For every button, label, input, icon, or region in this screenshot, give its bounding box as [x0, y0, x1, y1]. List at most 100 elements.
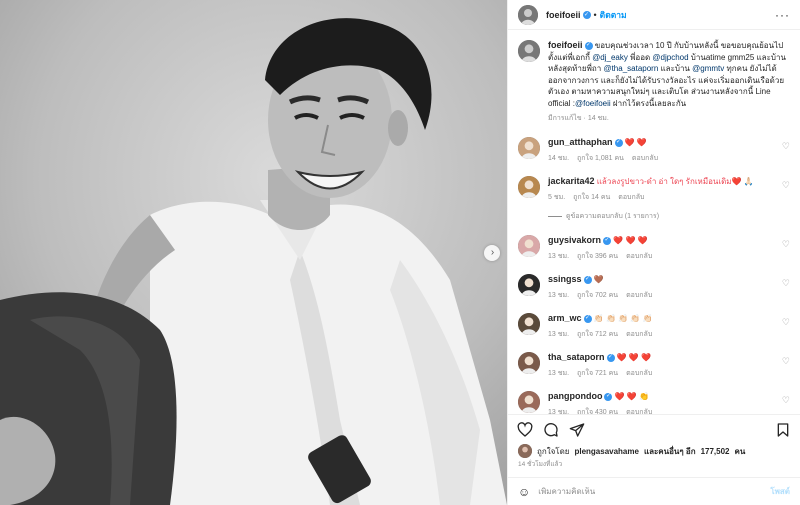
- reply-button[interactable]: ตอบกลับ: [626, 370, 652, 377]
- comment-likes[interactable]: ถูกใจ 721 คน: [577, 370, 618, 377]
- comment-like-icon[interactable]: ♡: [782, 278, 790, 289]
- comment-time[interactable]: 13 ชม.: [548, 331, 569, 338]
- verified-icon: ✓: [582, 10, 591, 19]
- comment-username[interactable]: guysivakorn: [548, 235, 601, 245]
- emoji-icon[interactable]: ☺: [518, 485, 530, 499]
- next-photo-button[interactable]: ›: [484, 245, 500, 261]
- avatar[interactable]: [518, 352, 540, 374]
- verified-icon: ✓: [584, 41, 593, 50]
- avatar[interactable]: [518, 4, 538, 25]
- bookmark-icon[interactable]: [775, 422, 791, 438]
- comment-username[interactable]: arm_wc: [548, 313, 582, 323]
- avatar[interactable]: [518, 274, 540, 296]
- comment-time[interactable]: 5 ชม.: [548, 194, 565, 201]
- caption-meta: มีการแก้ไข · 14 ชม.: [548, 115, 609, 122]
- more-options-icon[interactable]: ···: [775, 9, 790, 21]
- add-comment-bar: ☺ โพสต์: [508, 477, 800, 505]
- reply-button[interactable]: ตอบกลับ: [618, 194, 644, 201]
- avatar[interactable]: [518, 137, 540, 159]
- comment-like-icon[interactable]: ♡: [782, 141, 790, 152]
- caption-mention[interactable]: @djpchod: [652, 53, 688, 62]
- comment-likes[interactable]: ถูกใจ 396 คน: [577, 253, 618, 260]
- comment-input[interactable]: [538, 487, 763, 496]
- chevron-right-icon: ›: [490, 247, 495, 258]
- caption-username[interactable]: foeifoeii: [548, 40, 583, 50]
- caption-mention[interactable]: @tha_sataporn: [603, 64, 658, 73]
- comments-list[interactable]: foeifoeii ✓ ขอบคุณช่วงเวลา 10 ปี กับบ้านห…: [508, 30, 800, 414]
- likes-suffix[interactable]: คน: [735, 445, 746, 458]
- comment-time[interactable]: 13 ชม.: [548, 409, 569, 414]
- reply-button[interactable]: ตอบกลับ: [626, 409, 652, 414]
- follow-button[interactable]: ติดตาม: [600, 8, 627, 22]
- comment-time[interactable]: 13 ชม.: [548, 370, 569, 377]
- view-replies-button[interactable]: ดูข้อความตอบกลับ (1 รายการ): [548, 211, 790, 222]
- comment-item: pangpondoo ✓ ❤️ ❤️ 👏 13 ชม. ถูกใจ 430 คน ตอบ…: [518, 391, 790, 414]
- comment-like-icon[interactable]: ♡: [782, 356, 790, 367]
- post-comment-button[interactable]: โพสต์: [770, 485, 790, 498]
- caption-text: foeifoeii ✓ ขอบคุณช่วงเวลา 10 ปี กับบ้านห…: [548, 40, 790, 109]
- header-username[interactable]: foeifoeii: [546, 10, 581, 20]
- likes-mid[interactable]: และคนอื่นๆ อีก: [644, 445, 696, 458]
- comment-like-icon[interactable]: ♡: [782, 239, 790, 250]
- comment-text: ❤️ ❤️: [622, 138, 647, 147]
- avatar[interactable]: [518, 176, 540, 198]
- avatar[interactable]: [518, 235, 540, 257]
- verified-icon: ✓: [583, 314, 592, 323]
- likes-prefix: ถูกใจโดย: [537, 446, 570, 456]
- comment-likes[interactable]: ถูกใจ 14 คน: [573, 194, 610, 201]
- post-photo[interactable]: ›: [0, 0, 507, 505]
- replies-label: ดูข้อความตอบกลับ (1 รายการ): [566, 213, 660, 220]
- likes-count[interactable]: 177,502: [701, 447, 730, 456]
- reply-button[interactable]: ตอบกลับ: [626, 331, 652, 338]
- caption-mention[interactable]: @gmmtv: [692, 64, 724, 73]
- comment-username[interactable]: ssingss: [548, 274, 582, 284]
- avatar[interactable]: [518, 40, 540, 62]
- comment-item: arm_wc ✓ 👏🏻 👏🏻 👏🏻 👏🏻 👏🏻 13 ชม. ถูกใจ 712 คน…: [518, 313, 790, 340]
- caption-segment: พี่ออด: [627, 52, 653, 62]
- comment-likes[interactable]: ถูกใจ 702 คน: [577, 292, 618, 299]
- reply-button[interactable]: ตอบกลับ: [626, 253, 652, 260]
- reply-button[interactable]: ตอบกลับ: [632, 155, 658, 162]
- comment-username[interactable]: gun_atthaphan: [548, 137, 613, 147]
- heart-icon[interactable]: [517, 421, 533, 438]
- comment-username[interactable]: jackarita42: [548, 176, 595, 186]
- caption-mention[interactable]: @foeifoeii: [575, 99, 611, 108]
- avatar[interactable]: [518, 444, 532, 458]
- comment-username[interactable]: pangpondoo: [548, 391, 602, 401]
- comment-text: 👏🏻 👏🏻 👏🏻 👏🏻 👏🏻: [591, 314, 653, 323]
- comment-likes[interactable]: ถูกใจ 1,081 คน: [577, 155, 624, 162]
- portrait-image: [0, 0, 507, 505]
- caption-segment: และบ้าน: [658, 64, 693, 73]
- comment-username[interactable]: tha_sataporn: [548, 352, 605, 362]
- comment-time[interactable]: 13 ชม.: [548, 292, 569, 299]
- verified-icon: ✓: [583, 275, 592, 284]
- comment-text: ❤️ ❤️ ❤️: [614, 353, 652, 362]
- action-bar: [508, 414, 800, 444]
- verified-icon: ✓: [606, 353, 615, 362]
- avatar[interactable]: [518, 391, 540, 413]
- replies-line: [548, 216, 562, 217]
- separator-dot: •: [593, 9, 597, 20]
- reply-button[interactable]: ตอบกลับ: [626, 292, 652, 299]
- comment-likes[interactable]: ถูกใจ 430 คน: [577, 409, 618, 414]
- verified-icon: ✓: [614, 138, 623, 147]
- caption-segment: ฝากไว้ตรงนี้เลยละกัน: [610, 98, 687, 108]
- comment-likes[interactable]: ถูกใจ 712 คน: [577, 331, 618, 338]
- comment-text: ❤️ ❤️ ❤️: [611, 236, 648, 245]
- comment-like-icon[interactable]: ♡: [782, 317, 790, 328]
- comment-like-icon[interactable]: ♡: [782, 395, 790, 406]
- comment-like-icon[interactable]: ♡: [782, 180, 790, 191]
- comment-item: ssingss ✓ 🤎 13 ชม. ถูกใจ 702 คน ตอบกลับ ♡: [518, 274, 790, 301]
- comment-text: ❤️ ❤️ 👏: [612, 392, 650, 401]
- comment-time[interactable]: 13 ชม.: [548, 253, 569, 260]
- share-icon[interactable]: [569, 422, 585, 438]
- likes-user[interactable]: plengasavahame: [574, 447, 638, 456]
- comment-time[interactable]: 14 ชม.: [548, 155, 569, 162]
- post-side-panel: foeifoeii ✓ • ติดตาม ··· foeifoeii ✓ ขอบค…: [507, 0, 800, 505]
- avatar[interactable]: [518, 313, 540, 335]
- post-time[interactable]: 14 ชั่วโมงที่แล้ว: [508, 458, 800, 474]
- comment-icon[interactable]: [543, 422, 559, 438]
- post-header: foeifoeii ✓ • ติดตาม ···: [508, 0, 800, 30]
- comment-item: jackarita42 แล้วลงรูปขาว-ดำ อ่า ใดๆ รักเ…: [518, 176, 790, 203]
- caption-mention[interactable]: @dj_eaky: [592, 53, 628, 62]
